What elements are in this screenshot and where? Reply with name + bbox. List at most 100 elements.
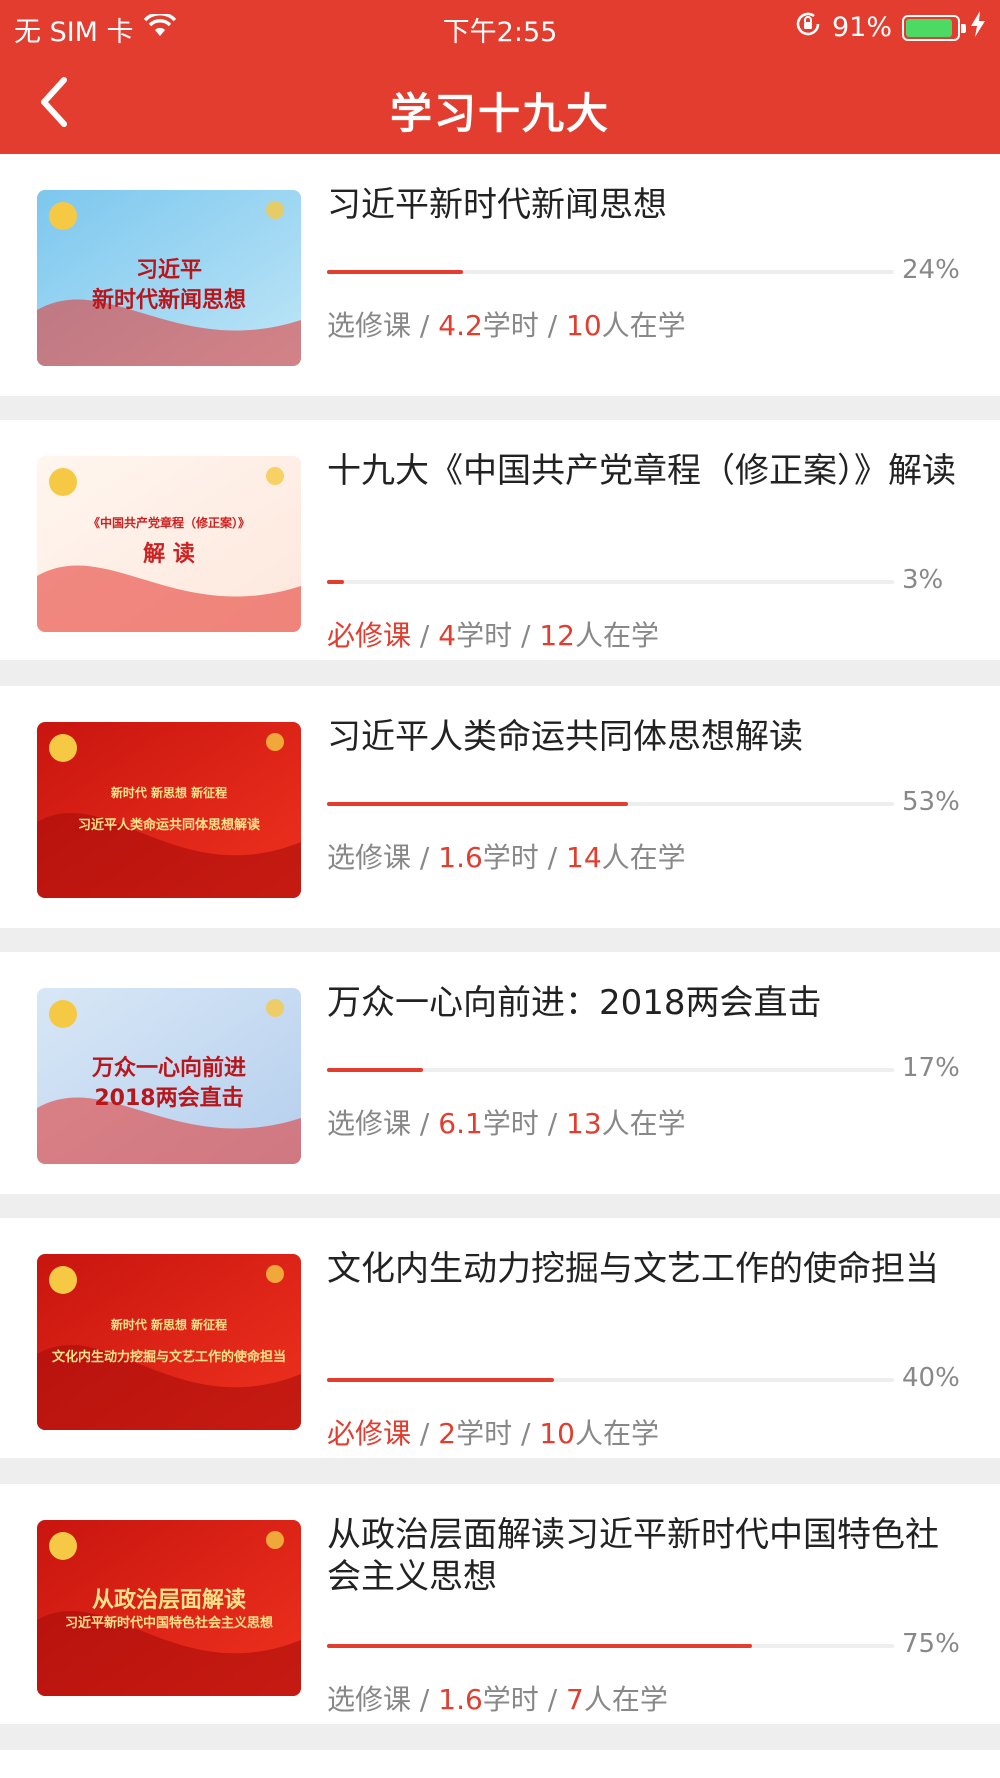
course-title: 文化内生动力挖掘与文艺工作的使命担当	[327, 1249, 939, 1289]
course-hours: 6.1	[438, 1107, 483, 1140]
hours-unit: 学时	[482, 1107, 539, 1140]
progress-percent: 40%	[902, 1363, 960, 1393]
thumbnail-caption: 新时代 新思想 新征程	[110, 1318, 228, 1332]
course-type: 选修课	[327, 1107, 412, 1140]
meta-separator: /	[538, 309, 567, 342]
course-type: 必修课	[327, 1417, 412, 1450]
course-title: 十九大《中国共产党章程（修正案）》解读	[327, 451, 956, 491]
progress-bar-fill	[327, 580, 344, 584]
app-header: 无 SIM 卡 下午2:55 91% 学习十九大	[0, 0, 1000, 154]
course-hours: 4.2	[438, 309, 483, 342]
course-meta: 必修课 / 4学时 / 12人在学	[327, 614, 659, 654]
thumbnail-caption: 从政治层面解读	[91, 1588, 246, 1613]
course-card[interactable]: 新时代 新思想 新征程 文化内生动力挖掘与文艺工作的使命担当 文化内生动力挖掘与文艺…	[0, 1218, 1000, 1458]
progress-bar-fill	[327, 1644, 753, 1648]
course-learners: 12	[539, 619, 575, 652]
learners-unit: 人在学	[601, 841, 686, 874]
learners-unit: 人在学	[601, 309, 686, 342]
meta-separator: /	[512, 619, 540, 652]
course-meta: 选修课 / 1.6学时 / 7人在学	[327, 1678, 668, 1718]
thumbnail-caption: 万众一心向前进	[91, 1056, 246, 1081]
progress-bar-fill	[327, 1378, 554, 1382]
course-learners: 10	[539, 1417, 575, 1450]
hours-unit: 学时	[482, 309, 539, 342]
meta-separator: /	[411, 309, 439, 342]
course-type: 选修课	[327, 1683, 412, 1716]
thumbnail-subcaption: 文化内生动力挖掘与文艺工作的使命担当	[51, 1350, 286, 1365]
course-title: 习近平人类命运共同体思想解读	[327, 717, 803, 757]
course-hours: 1.6	[438, 1683, 483, 1716]
course-hours: 2	[438, 1417, 457, 1450]
course-thumbnail: 新时代 新思想 新征程习近平人类命运共同体思想解读	[37, 722, 301, 898]
course-type: 选修课	[327, 309, 412, 342]
progress-bar-fill	[327, 802, 628, 806]
course-learners: 7	[566, 1683, 584, 1716]
meta-separator: /	[411, 619, 439, 652]
learners-unit: 人在学	[574, 1417, 659, 1450]
thumbnail-subcaption: 新时代新闻思想	[91, 288, 246, 313]
course-card[interactable]: 《中国共产党章程（修正案）》解 读十九大《中国共产党章程（修正案）》解读 3% 必修…	[0, 420, 1000, 660]
meta-separator: /	[512, 1417, 540, 1450]
progress-percent: 24%	[902, 255, 960, 285]
meta-separator: /	[538, 1683, 567, 1716]
hours-unit: 学时	[456, 1417, 513, 1450]
learners-unit: 人在学	[601, 1107, 686, 1140]
course-card[interactable]: 从政治层面解读 习近平新时代中国特色社会主义思想 从政治层面解读习近平新时代中国特色…	[0, 1484, 1000, 1724]
hours-unit: 学时	[482, 841, 539, 874]
status-bar: 无 SIM 卡 下午2:55 91%	[0, 0, 1000, 50]
course-card[interactable]: 新时代 新思想 新征程 习近平人类命运共同体思想解读 习近平人类命运共同体思想解读 5…	[0, 686, 1000, 928]
thumbnail-subcaption: 2018两会直击	[94, 1086, 244, 1111]
thumbnail-subcaption: 习近平人类命运共同体思想解读	[77, 818, 260, 833]
course-thumbnail: 万众一心向前进 2018两会直击	[37, 988, 301, 1164]
course-meta: 选修课 / 6.1学时 / 13人在学	[327, 1102, 686, 1142]
meta-separator: /	[538, 1107, 567, 1140]
page-title: 学习十九大	[389, 89, 610, 138]
progress-bar	[327, 1068, 894, 1072]
hours-unit: 学时	[482, 1683, 539, 1716]
course-thumbnail: 从政治层面解读习近平新时代中国特色社会主义思想	[37, 1520, 301, 1696]
list-end-spacer	[0, 1750, 1000, 1778]
meta-separator: /	[411, 1417, 439, 1450]
progress-bar-fill	[327, 270, 464, 274]
learners-unit: 人在学	[583, 1683, 668, 1716]
course-thumbnail: 习近平新时代新闻思想	[37, 190, 301, 366]
meta-separator: /	[411, 1107, 439, 1140]
course-meta: 必修课 / 2学时 / 10人在学	[327, 1412, 659, 1452]
progress-bar	[327, 270, 894, 274]
course-thumbnail: 《中国共产党章程（修正案）》解 读	[37, 456, 301, 632]
meta-separator: /	[411, 1683, 439, 1716]
course-title: 万众一心向前进：2018两会直击	[327, 983, 822, 1023]
course-card[interactable]: 习近平 新时代新闻思想 习近平新时代新闻思想 24% 选修课 / 4.2学时 / 10人…	[0, 154, 1000, 396]
thumbnail-subcaption: 习近平新时代中国特色社会主义思想	[64, 1616, 273, 1631]
thumbnail-caption: 新时代 新思想 新征程	[110, 786, 228, 800]
progress-percent: 3%	[902, 565, 944, 595]
meta-separator: /	[411, 841, 439, 874]
thumbnail-caption: 习近平	[135, 258, 202, 283]
course-hours: 1.6	[438, 841, 483, 874]
course-type: 选修课	[327, 841, 412, 874]
course-thumbnail: 新时代 新思想 新征程文化内生动力挖掘与文艺工作的使命担当	[37, 1254, 301, 1430]
bolt-icon	[970, 11, 986, 44]
course-type: 必修课	[327, 619, 412, 652]
clock: 下午2:55	[442, 17, 558, 48]
course-hours: 4	[438, 619, 457, 652]
battery-percent: 91%	[831, 12, 892, 43]
battery-icon	[902, 14, 966, 41]
progress-bar	[327, 580, 894, 584]
progress-percent: 53%	[902, 787, 960, 817]
progress-bar	[327, 802, 894, 806]
course-meta: 选修课 / 1.6学时 / 14人在学	[327, 836, 686, 876]
course-card[interactable]: 万众一心向前进 2018两会直击 万众一心向前进：2018两会直击 17% 选修课 / …	[0, 952, 1000, 1194]
thumbnail-caption: 《中国共产党章程（修正案）》	[87, 516, 250, 530]
hours-unit: 学时	[456, 619, 513, 652]
course-title: 从政治层面解读习近平新时代中国特色社会主义思想	[327, 1515, 939, 1597]
progress-percent: 75%	[902, 1629, 960, 1659]
meta-separator: /	[538, 841, 567, 874]
course-learners: 10	[566, 309, 602, 342]
course-learners: 13	[566, 1107, 602, 1140]
nav-bar: 学习十九大	[0, 60, 1000, 144]
course-meta: 选修课 / 4.2学时 / 10人在学	[327, 304, 686, 344]
thumbnail-subcaption: 解 读	[143, 542, 195, 567]
progress-percent: 17%	[902, 1053, 960, 1083]
course-title: 习近平新时代新闻思想	[327, 185, 667, 225]
